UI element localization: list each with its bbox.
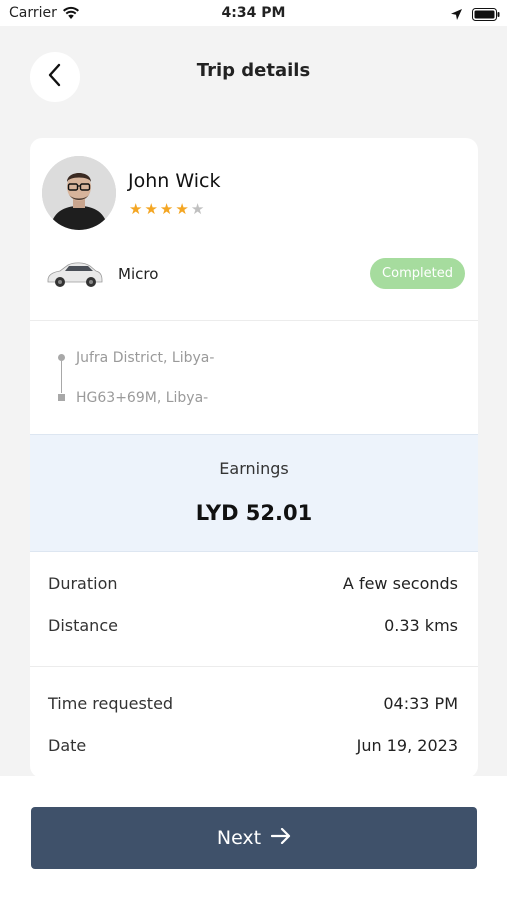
status-badge: Completed [370,258,465,289]
time-requested-value: 04:33 PM [383,694,458,713]
duration-label: Duration [48,574,118,593]
pickup-address: Jufra District, Libya- [76,350,215,366]
vehicle-type: Micro [118,265,159,283]
divider [30,320,478,321]
status-bar: Carrier 4:34 PM [0,0,507,26]
pickup-dot-icon [58,354,65,361]
earnings-panel: Earnings LYD 52.01 [30,434,478,552]
car-icon [44,256,104,296]
next-button[interactable]: Next [31,807,477,869]
earnings-label: Earnings [219,459,289,478]
divider [30,666,478,667]
star-icon: ★ [159,200,174,218]
avatar [42,156,116,230]
distance-value: 0.33 kms [384,616,458,635]
date-label: Date [48,736,87,755]
date-value: Jun 19, 2023 [356,736,458,755]
driver-name: John Wick [128,170,221,192]
star-icon: ★ [129,200,143,218]
star-icon: ★ [175,200,189,218]
time-requested-label: Time requested [48,694,174,713]
location-arrow-icon [450,6,463,25]
battery-icon [472,6,500,25]
star-icon: ★ [144,200,158,218]
duration-value: A few seconds [342,574,458,593]
footer: Next [0,776,507,900]
distance-label: Distance [48,616,118,635]
half-star-icon: ★ [190,200,205,218]
trip-card: John Wick ★ ★ ★ ★ ★ Micro Completed Jufr… [30,138,478,778]
dropoff-address: HG63+69M, Libya- [76,390,209,406]
driver-rating: ★ ★ ★ ★ ★ [129,201,204,217]
route-line [61,361,62,393]
dropoff-square-icon [58,394,65,401]
arrow-right-icon [271,827,291,849]
page-title: Trip details [196,60,311,81]
header: Trip details [0,26,507,116]
earnings-amount: LYD 52.01 [195,501,313,525]
next-button-label: Next [216,827,262,849]
clock: 4:34 PM [221,5,286,21]
